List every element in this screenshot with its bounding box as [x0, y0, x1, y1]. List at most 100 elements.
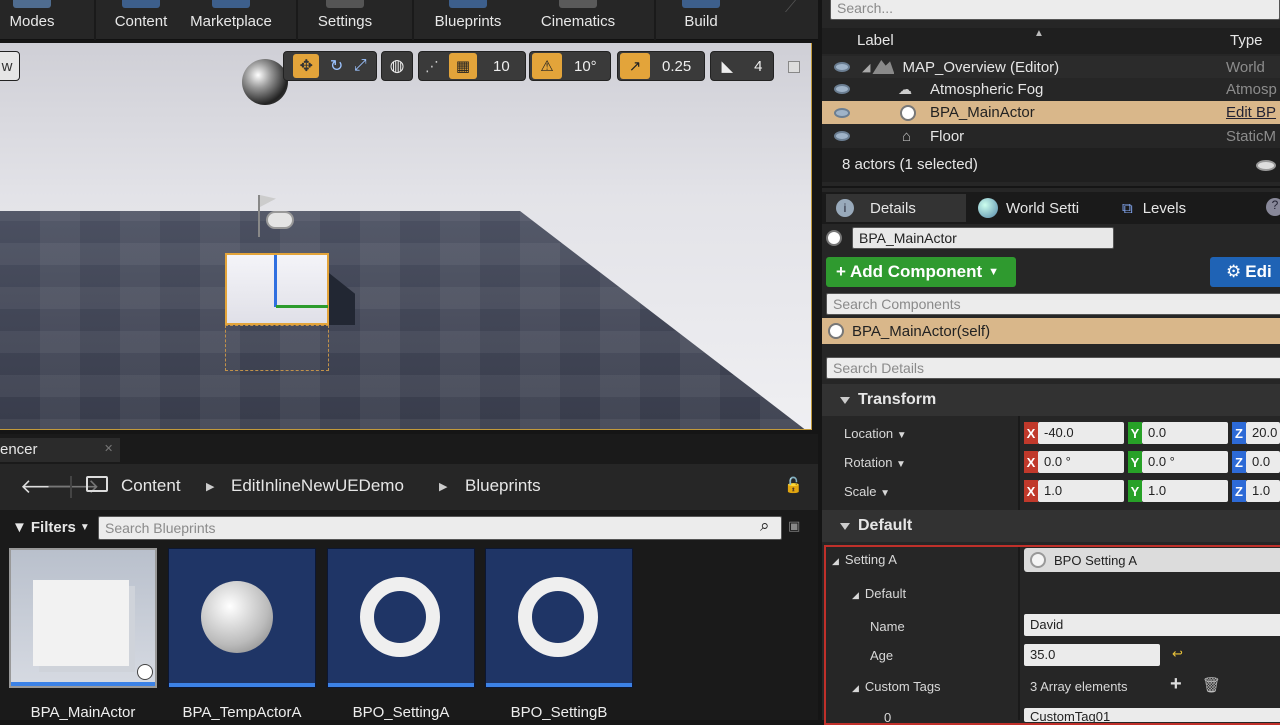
- location-x-field[interactable]: -40.0: [1038, 422, 1124, 444]
- main-actor-cube[interactable]: [225, 253, 329, 325]
- toolbar-cinematics[interactable]: Cinematics: [535, 0, 621, 40]
- collapse-arrow-icon: ◢: [852, 590, 859, 600]
- view-options-eye-icon[interactable]: [1256, 160, 1276, 171]
- tab-world-settings[interactable]: World Setti: [978, 194, 1108, 222]
- visibility-eye-icon[interactable]: [834, 107, 850, 118]
- outliner-row[interactable]: ⌂ Floor StaticM: [822, 125, 1280, 147]
- maximize-viewport-icon[interactable]: [788, 61, 800, 73]
- path-segment[interactable]: Content: [121, 476, 181, 496]
- rotation-snap-icon[interactable]: ⚠: [532, 53, 562, 79]
- rotation-z-field[interactable]: 0.0: [1246, 451, 1280, 473]
- modes-icon: [13, 0, 51, 8]
- world-local-toggle[interactable]: ◍: [381, 51, 413, 81]
- filters-button[interactable]: ▼ Filters ▼: [6, 514, 94, 540]
- toolbar-blueprints[interactable]: Blueprints: [428, 0, 508, 40]
- camera-speed-button[interactable]: ◣ 4: [710, 51, 774, 81]
- asset-thumbnail[interactable]: [327, 548, 475, 688]
- trash-icon[interactable]: 🗑: [1202, 676, 1221, 694]
- actor-count-status: 8 actors (1 selected): [842, 156, 978, 173]
- collapse-arrow-icon[interactable]: ◢: [862, 61, 870, 74]
- reset-to-default-icon[interactable]: ↩: [1172, 646, 1183, 662]
- location-y-field[interactable]: 0.0: [1142, 422, 1228, 444]
- asset-thumbnail[interactable]: [485, 548, 633, 688]
- collapse-arrow-icon: [840, 396, 850, 404]
- grid-snap-value[interactable]: 10: [493, 58, 510, 75]
- search-blueprints-input[interactable]: [98, 516, 782, 540]
- tab-sequencer[interactable]: encer ✕: [0, 438, 120, 462]
- visibility-eye-icon[interactable]: [834, 84, 850, 94]
- age-field[interactable]: 35.0: [1024, 644, 1160, 666]
- rotation-label[interactable]: Rotation ▼: [844, 455, 906, 470]
- add-component-button[interactable]: + Add Component ▼: [826, 257, 1016, 287]
- location-label[interactable]: Location ▼: [844, 426, 907, 441]
- toolbar-expand-icon[interactable]: [784, 0, 797, 12]
- label-column-header[interactable]: Label: [857, 32, 894, 49]
- transform-mode-group: ✥ ↻ ⤢: [283, 51, 377, 81]
- close-tab-icon[interactable]: ✕: [104, 442, 113, 455]
- path-segment[interactable]: Blueprints: [465, 476, 541, 496]
- collapse-arrow-icon: [840, 522, 850, 530]
- help-icon[interactable]: ?: [1266, 198, 1280, 216]
- toolbar-settings[interactable]: Settings: [313, 0, 377, 40]
- tab-levels[interactable]: ⧉ Levels: [1122, 194, 1242, 222]
- search-components-input[interactable]: [826, 293, 1280, 315]
- toolbar-content[interactable]: Content: [110, 0, 172, 40]
- visibility-eye-icon[interactable]: [834, 62, 850, 72]
- viewport-options-button[interactable]: w: [0, 51, 20, 81]
- asset-type-bar: [328, 683, 474, 687]
- scale-label[interactable]: Scale ▼: [844, 484, 890, 499]
- add-element-icon[interactable]: +: [1170, 673, 1182, 696]
- static-mesh-icon: ⌂: [902, 128, 912, 145]
- edit-blueprint-button[interactable]: ⚙ Edi: [1210, 257, 1280, 287]
- level-viewport[interactable]: w ✥ ↻ ⤢ ◍ ⋰ ▦ 10 ⚠ 10° ↗ 0.25 ◣ 4: [0, 43, 812, 430]
- rotation-x-field[interactable]: 0.0 °: [1038, 451, 1124, 473]
- actor-name-input[interactable]: [852, 227, 1114, 249]
- save-search-icon[interactable]: ▣: [788, 518, 800, 534]
- dropdown-arrow-icon: ▼: [880, 488, 891, 499]
- scale-icon[interactable]: ⤢: [354, 57, 367, 75]
- outliner-row[interactable]: ◢ MAP_Overview (Editor) World: [822, 56, 1280, 78]
- asset-label: BPO_SettingA: [352, 704, 450, 721]
- rotation-y-field[interactable]: 0.0 °: [1142, 451, 1228, 473]
- visibility-eye-icon[interactable]: [834, 131, 850, 141]
- grid-snap-icon[interactable]: ▦: [449, 53, 477, 79]
- scale-x-field[interactable]: 1.0: [1038, 480, 1124, 502]
- name-field[interactable]: David: [1024, 614, 1280, 636]
- scale-z-field[interactable]: 1.0: [1246, 480, 1280, 502]
- toolbar-build[interactable]: Build: [676, 0, 726, 40]
- asset-label: BPA_TempActorA: [182, 704, 302, 721]
- translate-icon[interactable]: ✥: [293, 54, 320, 78]
- toolbar-marketplace[interactable]: Marketplace: [186, 0, 276, 40]
- rotate-icon[interactable]: ↻: [330, 56, 343, 76]
- edit-bp-link[interactable]: Edit BP: [1226, 104, 1280, 121]
- asset-thumbnail[interactable]: [168, 548, 316, 688]
- path-segment[interactable]: EditInlineNewUEDemo: [231, 476, 404, 496]
- search-icon[interactable]: ⌕: [760, 516, 770, 536]
- tab-details[interactable]: i Details: [826, 194, 966, 222]
- search-details-input[interactable]: [826, 357, 1280, 379]
- asset-thumbnail[interactable]: [9, 548, 157, 688]
- setting-a-label[interactable]: ◢ Setting A: [832, 552, 897, 567]
- component-self-row[interactable]: BPA_MainActor(self): [822, 318, 1280, 344]
- type-column-header[interactable]: Type: [1230, 32, 1263, 49]
- default-section-header[interactable]: Default: [822, 510, 1280, 542]
- scale-snap-icon[interactable]: ↗: [620, 53, 650, 79]
- gizmo-y-axis[interactable]: [276, 305, 328, 308]
- rotation-snap-value[interactable]: 10°: [574, 58, 597, 75]
- outliner-row[interactable]: ☁ Atmospheric Fog Atmosp: [822, 78, 1280, 100]
- location-z-field[interactable]: 20.0: [1246, 422, 1280, 444]
- toolbar-modes[interactable]: Modes: [6, 0, 58, 40]
- outliner-search-input[interactable]: [830, 0, 1280, 20]
- gizmo-z-axis[interactable]: [274, 255, 277, 307]
- lock-icon[interactable]: 🔓: [784, 476, 803, 494]
- surface-snap-icon[interactable]: ⋰: [425, 58, 445, 75]
- scale-y-field[interactable]: 1.0: [1142, 480, 1228, 502]
- default-subsection-label[interactable]: ◢ Default: [852, 586, 906, 601]
- outliner-row-selected[interactable]: BPA_MainActor Edit BP: [822, 101, 1280, 124]
- floor-mesh: [0, 211, 811, 429]
- chevron-right-icon: ▶: [206, 481, 215, 493]
- scale-snap-value[interactable]: 0.25: [662, 58, 691, 75]
- transform-section-header[interactable]: Transform: [822, 384, 1280, 416]
- setting-a-class-picker[interactable]: BPO Setting A: [1024, 548, 1280, 572]
- custom-tags-label[interactable]: ◢ Custom Tags: [852, 679, 941, 694]
